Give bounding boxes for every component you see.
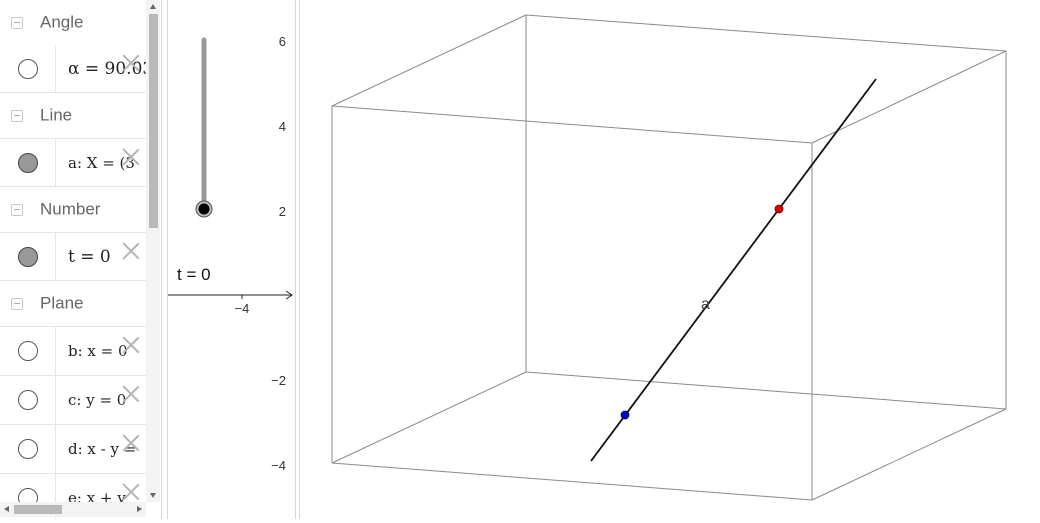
line-label: a (701, 296, 710, 313)
scroll-left-icon[interactable] (4, 506, 9, 512)
category-label: Angle (40, 12, 84, 32)
category-line[interactable]: Line (0, 93, 146, 139)
line-a[interactable] (590, 78, 877, 462)
horizontal-scrollbar[interactable] (0, 502, 146, 517)
visibility-toggle-icon[interactable] (18, 341, 38, 361)
algebra-item-alpha[interactable]: α = 90.03 (0, 45, 153, 93)
algebra-item-t[interactable]: t = 0 (0, 233, 146, 281)
algebra-item-b[interactable]: b: x = 0 (0, 327, 146, 376)
delete-icon[interactable] (120, 52, 142, 74)
y-tick-label: −4 (271, 458, 286, 473)
collapse-icon[interactable] (11, 16, 23, 29)
delete-icon[interactable] (120, 240, 142, 262)
algebra-expression[interactable]: t = 0 (68, 247, 111, 267)
vertical-scrollbar[interactable] (146, 0, 160, 502)
category-label: Number (40, 199, 101, 219)
visibility-toggle-icon[interactable] (18, 246, 38, 267)
scroll-down-icon[interactable] (150, 493, 156, 498)
point[interactable] (774, 204, 784, 214)
collapse-icon[interactable] (11, 109, 23, 122)
category-angle[interactable]: Angle (0, 0, 146, 46)
algebra-item-d[interactable]: d: x - y = (0, 425, 146, 474)
category-number[interactable]: Number (0, 187, 146, 233)
scroll-up-icon[interactable] (150, 4, 156, 9)
algebra-view: Angle α = 90.03 Line a: X = (3 Number t … (0, 0, 160, 519)
category-plane[interactable]: Plane (0, 281, 146, 327)
slider-label: t = 0 (177, 265, 211, 284)
graphics-view[interactable]: 6 4 2 −2 −4 −4 (168, 0, 294, 519)
view-divider[interactable] (295, 0, 296, 519)
collapse-icon[interactable] (11, 297, 23, 310)
y-tick-label: −2 (271, 373, 286, 388)
delete-icon[interactable] (120, 334, 142, 356)
visibility-toggle-icon[interactable] (18, 152, 38, 173)
category-label: Line (40, 105, 73, 125)
algebra-expression[interactable]: b: x = 0 (68, 342, 128, 360)
category-label: Plane (40, 293, 84, 313)
delete-icon[interactable] (120, 146, 142, 168)
scrollbar-thumb[interactable] (14, 505, 62, 514)
view-divider[interactable] (161, 0, 162, 519)
scroll-right-icon[interactable] (137, 506, 142, 512)
point[interactable] (620, 410, 630, 420)
delete-icon[interactable] (120, 432, 142, 454)
visibility-toggle-icon[interactable] (18, 58, 38, 79)
y-tick-label: 2 (279, 204, 286, 219)
bounding-box (331, 14, 1007, 501)
slider-handle-center (198, 203, 210, 215)
scrollbar-thumb[interactable] (149, 14, 158, 228)
x-tick-label: −4 (235, 301, 250, 316)
algebra-item-c[interactable]: c: y = 0 (0, 376, 146, 425)
collapse-icon[interactable] (11, 203, 23, 216)
delete-icon[interactable] (120, 383, 142, 405)
algebra-expression[interactable]: c: y = 0 (68, 391, 126, 409)
graphics-3d-view[interactable] (300, 0, 1040, 519)
algebra-item-a[interactable]: a: X = (3 (0, 139, 146, 187)
visibility-toggle-icon[interactable] (18, 439, 38, 459)
visibility-toggle-icon[interactable] (18, 390, 38, 410)
delete-icon[interactable] (120, 481, 142, 503)
y-tick-label: 6 (279, 34, 286, 49)
y-tick-label: 4 (279, 119, 286, 134)
